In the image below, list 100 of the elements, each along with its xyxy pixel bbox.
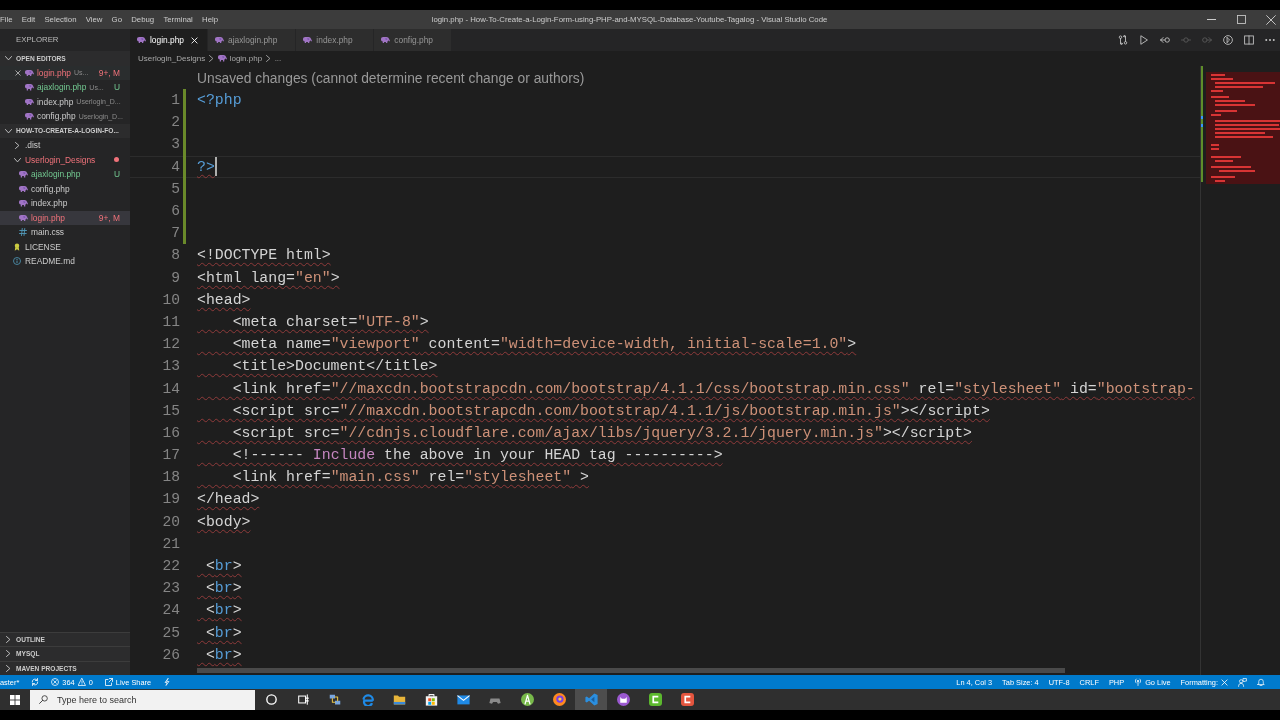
code-line: </head>	[197, 490, 260, 510]
tree-item[interactable]: README.md	[0, 254, 130, 269]
broadcast-icon	[1134, 678, 1143, 686]
tree-item[interactable]: config.php	[0, 181, 130, 196]
line-number: 6	[170, 203, 180, 220]
award-icon	[13, 242, 21, 251]
code-line: <!------ Include the above in your HEAD tag ---------->	[231, 446, 723, 466]
shopping-bag-icon	[424, 693, 438, 706]
code-line: <body>	[197, 512, 251, 532]
elephant-icon	[18, 200, 28, 207]
file-name: config.php	[31, 183, 70, 194]
compass-icon	[520, 693, 534, 706]
maximize-icon	[1236, 15, 1246, 24]
elephant-icon	[217, 55, 227, 62]
line-number: 4	[170, 158, 180, 175]
elephant-icon	[24, 98, 34, 105]
code-line: <title>Document</title>	[231, 357, 438, 377]
folder-item[interactable]: Userlogin_Designs	[0, 152, 130, 167]
tree-item[interactable]: main.css	[0, 225, 130, 240]
line-number: 1	[170, 92, 180, 109]
tree-item[interactable]: ajaxlogin.php U	[0, 167, 130, 182]
line-number: 12	[161, 336, 180, 353]
minimize-icon	[1206, 19, 1216, 20]
play-icon[interactable]	[1138, 35, 1149, 45]
search-icon	[39, 695, 48, 704]
file-name: main.css	[31, 227, 65, 238]
elephant-icon	[24, 69, 34, 76]
line-number: 22	[161, 558, 180, 575]
line-number: 25	[161, 624, 180, 641]
tree-item[interactable]: LICENSE	[0, 239, 130, 254]
file-status: 9+, M	[97, 212, 121, 223]
code-line: <link href="//maxcdn.bootstrapcdn.com/bootstrap/4.1.1/css/bootstrap.min.css" rel="stylesheet" id="bootstrap-	[231, 379, 1195, 399]
file-name: index.php	[37, 96, 74, 107]
line-number: 16	[161, 424, 180, 441]
editor-tab[interactable]: ajaxlogin.php	[208, 29, 297, 51]
line-number: 11	[161, 313, 180, 330]
tree-item[interactable]: index.php	[0, 196, 130, 211]
line-number: 21	[161, 535, 180, 552]
close-icon	[1221, 678, 1228, 686]
file-name: LICENSE	[25, 241, 61, 252]
elephant-icon	[137, 36, 146, 44]
line-number: 19	[161, 491, 180, 508]
breadcrumb-item[interactable]: login.php	[217, 54, 263, 63]
file-name: .dist	[25, 140, 41, 151]
code-line: <link href="main.css" rel="stylesheet" >	[231, 468, 589, 488]
arrow-left-icon[interactable]	[1159, 35, 1170, 45]
line-number: 13	[161, 358, 180, 375]
code-line: <?php	[197, 91, 242, 111]
file-name: login.php	[31, 212, 65, 223]
code-line: <script src="//cdnjs.cloudflare.com/ajax/libs/jquery/3.2.1/jquery.min.js"></script>	[231, 423, 972, 443]
folder-icon	[392, 693, 406, 706]
code-line: <br>	[204, 579, 242, 599]
file-status: U	[112, 169, 121, 180]
elephant-icon	[24, 113, 34, 120]
code-line: <br>	[204, 601, 242, 621]
info-icon	[13, 257, 21, 266]
feedback-icon[interactable]	[1238, 677, 1247, 687]
line-number: 7	[170, 225, 180, 242]
code-line: <meta name="viewport" content="width=device-width, initial-scale=1.0">	[231, 335, 857, 355]
computers-icon	[329, 693, 341, 706]
folder-item[interactable]: .dist	[0, 138, 130, 153]
close-icon[interactable]	[15, 69, 21, 76]
file-status: 9+, M	[97, 67, 121, 78]
line-number: 18	[161, 469, 180, 486]
editor-tab[interactable]: config.php	[374, 29, 453, 51]
editor-tab[interactable]: login.php	[130, 29, 208, 51]
dot-icon	[114, 157, 119, 163]
code-line: <br>	[204, 557, 242, 577]
bell-icon[interactable]	[1257, 678, 1265, 686]
line-number: 20	[161, 513, 180, 530]
breadcrumb-item[interactable]: ...	[274, 54, 282, 63]
minimap-drawing[interactable]	[1201, 66, 1280, 186]
line-number: 5	[170, 180, 180, 197]
envelope-icon	[456, 693, 470, 706]
scrollbar-thumb[interactable]	[197, 668, 1065, 673]
file-name: ajaxlogin.php	[37, 82, 87, 93]
chevron-right-icon	[209, 55, 214, 62]
lightning-icon[interactable]	[163, 678, 172, 686]
split-editor-icon[interactable]	[1243, 35, 1254, 45]
ribbon-icon	[584, 693, 598, 706]
line-number: 8	[170, 247, 180, 264]
search-field[interactable]: Type here to search	[30, 689, 255, 710]
file-name: ajaxlogin.php	[31, 169, 81, 180]
code-lens[interactable]: Unsaved changes (cannot determine recent change or authors)	[197, 68, 585, 89]
file-name: Userlogin_Designs	[25, 154, 96, 165]
editor-tab[interactable]: index.php	[296, 29, 375, 51]
breadcrumb-item[interactable]: Userlogin_Designs	[138, 54, 206, 63]
elephant-icon	[24, 84, 34, 91]
file-name: README.md	[25, 256, 75, 267]
sync-icon[interactable]	[31, 678, 40, 686]
line-number: 17	[161, 447, 180, 464]
file-name: config.php	[37, 111, 76, 122]
tree-item[interactable]: login.php 9+, M	[0, 210, 130, 225]
cat-icon	[616, 693, 630, 706]
line-number: 10	[161, 291, 180, 308]
code-line: <br>	[204, 623, 242, 643]
elephant-icon	[18, 185, 28, 192]
line-number: 14	[161, 380, 180, 397]
compare-icon[interactable]	[1117, 35, 1128, 45]
elephant-icon	[18, 214, 28, 221]
